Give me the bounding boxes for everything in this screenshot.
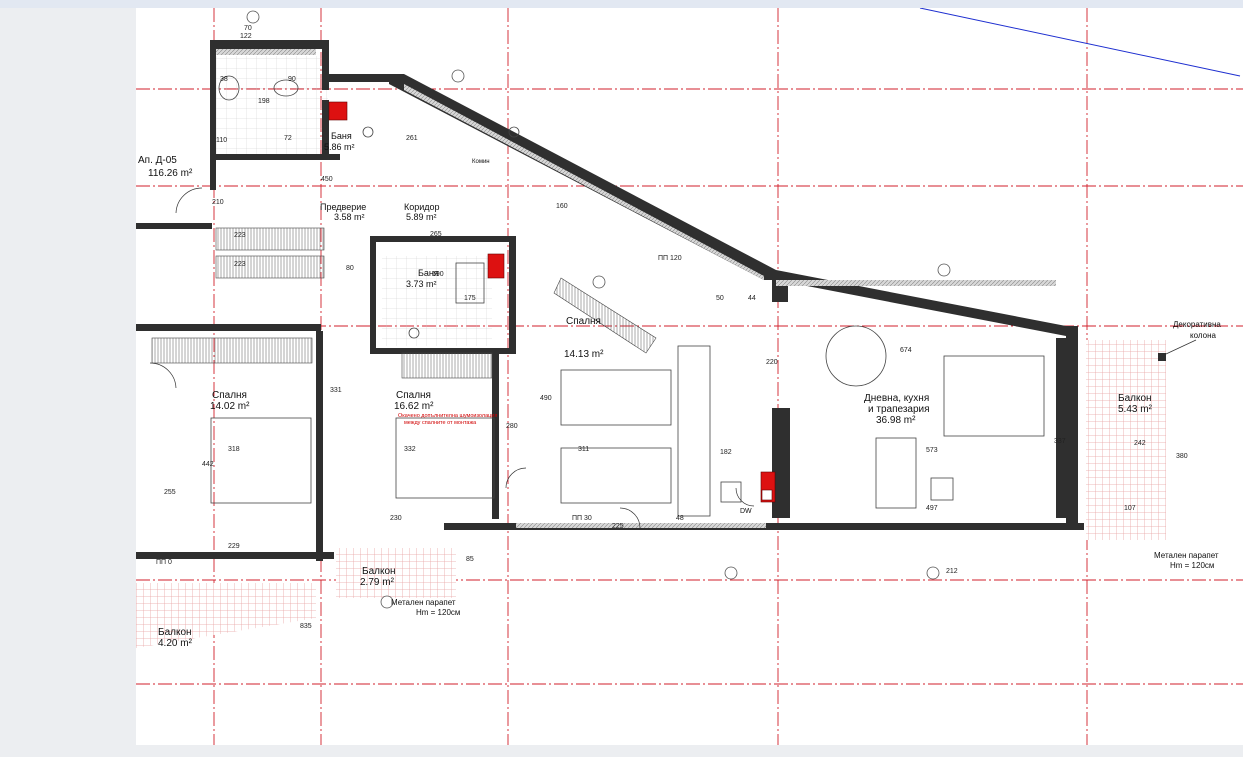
room-area-balc1: 5.43 m² <box>1118 404 1153 415</box>
dim: 490 <box>540 395 552 402</box>
document-viewer: Ап. Д-05 116.26 m² Баня 5.86 m² Предвери… <box>0 0 1243 757</box>
note-parapet-2: Метален парапет <box>391 598 456 607</box>
room-area-bath2: 3.73 m² <box>406 279 437 289</box>
balconies <box>136 340 1166 648</box>
room-area-bed1: 14.02 m² <box>210 401 250 412</box>
dim: 337 <box>1054 438 1066 445</box>
dim: 332 <box>404 446 416 453</box>
dim: 190 <box>432 271 444 278</box>
dim: 261 <box>406 135 418 142</box>
label-apartment: Ап. Д-05 <box>138 155 177 166</box>
room-name-bath1: Баня <box>331 131 352 141</box>
dim: 255 <box>164 489 176 496</box>
room-name-balc1: Балкон <box>1118 393 1152 404</box>
dim: 674 <box>900 347 912 354</box>
reference-line <box>919 8 1241 77</box>
dim: 72 <box>284 135 292 142</box>
room-name-living-2: и трапезария <box>868 404 930 415</box>
dim: 175 <box>464 295 476 302</box>
dim: ПП 120 <box>658 255 682 262</box>
label-apartment-area: 116.26 m² <box>148 168 193 179</box>
room-name-bed1: Спалня <box>212 390 247 401</box>
dim: 497 <box>926 505 938 512</box>
dim: 229 <box>228 543 240 550</box>
dim: 573 <box>926 447 938 454</box>
room-area-balc2: 2.79 m² <box>360 577 395 588</box>
dim: 182 <box>720 449 732 456</box>
dim: 450 <box>321 176 333 183</box>
note-acoustic-1: Окачено допълнителна шумоизолация <box>398 413 497 419</box>
dim: 223 <box>234 261 246 268</box>
dim: 107 <box>1124 505 1136 512</box>
dim: 311 <box>578 446 589 453</box>
note-acoustic-2: между спалните от монтажа <box>404 420 477 426</box>
room-area-balc3: 4.20 m² <box>158 638 193 649</box>
dim: 220 <box>766 359 778 366</box>
wall-hatches <box>216 49 1056 528</box>
room-name-balc3: Балкон <box>158 627 192 638</box>
room-name-bed2: Спалня <box>396 390 431 401</box>
dim: 122 <box>240 33 252 40</box>
dim: 318 <box>228 446 240 453</box>
dim: 210 <box>212 199 224 206</box>
room-name-corridor: Коридор <box>404 202 440 212</box>
note-dw: DW <box>740 508 752 515</box>
dim: 198 <box>258 98 270 105</box>
note-parapet-1: Метален парапет <box>1154 551 1219 560</box>
dim: 380 <box>1176 453 1188 460</box>
room-name-entry: Предверие <box>320 202 366 212</box>
viewer-top-strip <box>0 0 1243 8</box>
dim: 280 <box>506 423 518 430</box>
dim: 110 <box>216 137 227 144</box>
room-area-bed2: 16.62 m² <box>394 401 434 412</box>
note-shaft: Комин <box>472 159 490 165</box>
dim: 331 <box>330 387 342 394</box>
dim: 50 <box>716 295 724 302</box>
dim: 160 <box>556 203 568 210</box>
dim: 48 <box>676 515 684 522</box>
dim: 835 <box>300 623 312 630</box>
room-area-living: 36.98 m² <box>876 415 916 426</box>
room-area-bath1: 5.86 m² <box>324 142 355 152</box>
dim: 80 <box>346 265 354 272</box>
note-decor-col-1: Декоративна <box>1173 320 1221 329</box>
room-name-living: Дневна, кухня <box>864 393 929 404</box>
dim: ПП 30 <box>572 515 592 522</box>
dim: ПП 0 <box>156 559 172 566</box>
room-area-bed3: 14.13 m² <box>564 349 604 360</box>
dim: 38 <box>220 76 228 83</box>
dim: 265 <box>430 231 442 238</box>
dim: 212 <box>946 568 958 575</box>
dim: 230 <box>390 515 402 522</box>
room-name-bed3: Спалня <box>566 316 601 327</box>
dim: 242 <box>1134 440 1146 447</box>
room-area-corridor: 5.89 m² <box>406 212 437 222</box>
dim: 225 <box>612 523 624 530</box>
dim: 442 <box>202 461 214 468</box>
room-area-entry: 3.58 m² <box>334 212 365 222</box>
dim: 90 <box>288 76 296 83</box>
dim: 70 <box>244 25 252 32</box>
note-decor-col-2: колона <box>1190 331 1216 340</box>
note-parapet-1-h: Hm = 120см <box>1170 561 1214 570</box>
dim: 223 <box>234 232 246 239</box>
note-parapet-2-h: Hm = 120см <box>416 608 460 617</box>
dim: 44 <box>748 295 756 302</box>
dim: 85 <box>466 556 474 563</box>
floor-plan: Ап. Д-05 116.26 m² Баня 5.86 m² Предвери… <box>136 8 1243 745</box>
room-name-balc2: Балкон <box>362 566 396 577</box>
drawing-sheet[interactable]: Ап. Д-05 116.26 m² Баня 5.86 m² Предвери… <box>136 8 1243 745</box>
